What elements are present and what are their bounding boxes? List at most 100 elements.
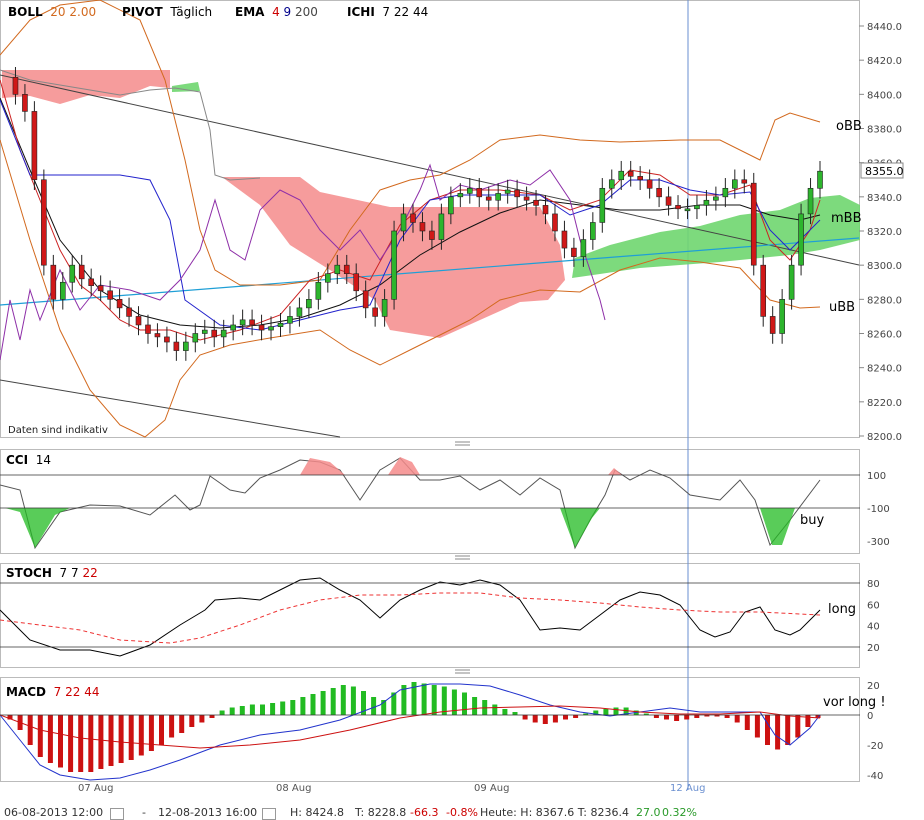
vor-long-label: vor long ! [823,695,886,710]
candle-body [438,213,445,240]
candle-body [325,273,331,283]
candle-body [599,187,606,223]
macd-histogram-bar [522,715,528,720]
macd-tick-label: 20 [867,681,880,692]
macd-histogram-bar [290,700,296,715]
candle-body [362,290,369,309]
macd-histogram-bar [371,697,377,715]
legend-boll[interactable]: BOLL 20 2.00 [8,5,96,19]
macd-param: 44 [84,685,100,699]
macd-histogram-bar [239,706,245,715]
macd-histogram-bar [684,715,690,720]
pane-splitter[interactable] [455,441,470,446]
macd-histogram-bar [330,688,336,715]
candle-body [656,187,662,198]
price-tick-label: 8320.0 [867,227,902,238]
candle-body [694,205,700,210]
boll-name: BOLL [8,5,43,19]
macd-histogram-bar [674,715,680,721]
candle-body [590,222,596,240]
macd-histogram-bar [350,686,356,715]
x-label: 12 Aug [670,783,705,794]
candle-body [173,341,180,351]
macd-histogram-bar [340,685,346,715]
candle-body [201,329,208,334]
macd-histogram-bar [462,692,467,715]
macd-tick-label: 0 [867,711,873,722]
ichi-param: 44 [413,5,429,19]
macd-histogram-bar [552,715,558,723]
candle-body [504,189,511,194]
obb-label: oBB [836,119,862,134]
candle-body [410,213,416,223]
ubb-label: uBB [829,300,855,315]
stoch-param: 22 [82,566,98,580]
macd-histogram-bar [431,685,437,715]
stoch-tick-label: 80 [867,579,880,590]
candle-body [41,179,47,266]
candle-body [646,179,653,189]
candle-body [542,205,549,215]
macd-tick-label: -40 [867,771,883,782]
price-tick-label: 8440.0 [867,22,902,33]
candle-body [183,341,189,351]
candle-body [372,307,378,317]
legend-ichi[interactable]: ICHI 7 22 44 [347,5,428,19]
candle-body [769,316,776,334]
macd-histogram-bar [320,691,326,715]
candle-body [50,264,57,300]
stoch-tick-label: 40 [867,622,880,633]
macd-histogram-bar [78,715,84,772]
macd-param: 7 [53,685,62,699]
candle-body [334,264,341,275]
footer-today: Heute: H: 8367.6 T: 8236.4 [480,806,629,819]
candle-body [741,179,748,184]
macd-histogram-bar [47,715,53,763]
legend-cci[interactable]: CCI 14 [6,453,51,467]
cci-name: CCI [6,453,29,467]
candle-body [59,281,66,300]
legend-ema[interactable]: EMA 4 9 200 [235,5,318,19]
cci-param: 14 [35,453,51,467]
indicative-note: Daten sind indikativ [8,425,108,436]
pivot-param: Täglich [170,5,213,19]
candle-body [419,222,426,232]
macd-histogram-bar [653,715,659,718]
calendar-icon[interactable] [110,808,124,820]
calendar-icon[interactable] [262,808,276,820]
candle-body [571,247,577,257]
candle-body [561,230,568,249]
stoch-pane[interactable] [0,563,860,668]
macd-histogram-bar [573,715,579,718]
footer-low: T: 8228.8 [355,806,407,819]
legend-macd[interactable]: MACD 7 22 44 [6,685,100,699]
candle-body [760,264,767,317]
pane-splitter[interactable] [455,555,470,560]
stoch-name: STOCH [6,566,52,580]
macd-histogram-bar [159,715,164,745]
candle-body [249,319,255,326]
pivot-name: PIVOT [122,5,163,19]
pane-splitter[interactable] [455,669,470,674]
cci-tick-label: 100 [867,471,886,482]
macd-histogram-bar [199,715,205,723]
macd-param: 22 [65,685,81,699]
price-tick-label: 8400.0 [867,90,902,101]
candle-body [608,179,615,189]
legend-stoch[interactable]: STOCH 7 7 22 [6,566,98,580]
chart-canvas[interactable]: 8200.0 8220.0 8240.0 8260.0 8280.0 8300.0 8320… [0,0,924,818]
candle-body [457,193,464,198]
macd-histogram-bar [441,686,447,715]
long-label: long [828,602,856,617]
boll-param: 2.00 [69,5,97,19]
macd-histogram-bar [724,715,730,718]
footer-to: 12-08-2013 16:00 [158,806,258,819]
candle-body [315,281,322,300]
candle-body [514,189,520,198]
candle-body [381,299,388,317]
candle-body [211,329,218,338]
candle-body [713,196,719,201]
macd-histogram-bar [694,715,700,718]
legend-pivot[interactable]: PIVOT Täglich [122,5,212,19]
cci-pane[interactable] [0,449,860,554]
